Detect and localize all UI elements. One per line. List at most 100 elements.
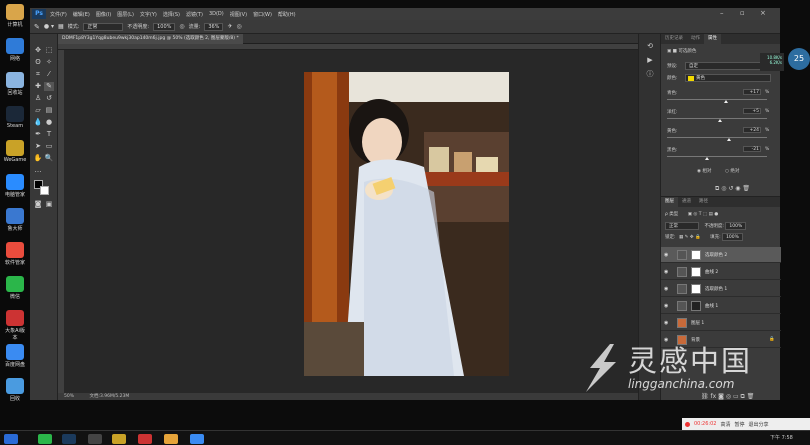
actions-panel-icon[interactable]: ▶ bbox=[645, 56, 655, 65]
filter-icons[interactable]: ▣ ◎ T ⬚ ▤ ● bbox=[688, 212, 719, 217]
desktop-icon[interactable]: 计算机 bbox=[3, 4, 27, 28]
taskbar-app-2-icon[interactable] bbox=[138, 434, 152, 444]
blend-mode-select[interactable]: 正常 bbox=[665, 222, 699, 230]
menu-item[interactable]: 图层(L) bbox=[117, 11, 134, 18]
slider-track[interactable] bbox=[667, 118, 767, 122]
layer-opacity-field[interactable]: 100% bbox=[725, 222, 747, 230]
slider-knob[interactable] bbox=[717, 119, 722, 122]
hand-tool-icon[interactable]: ✋ bbox=[33, 154, 43, 163]
zoom-level[interactable]: 50% bbox=[64, 394, 74, 399]
visibility-eye-icon[interactable]: ◉ bbox=[664, 320, 668, 326]
menu-item[interactable]: 窗口(W) bbox=[253, 11, 272, 18]
info-panel-icon[interactable]: ⓘ bbox=[645, 70, 655, 79]
menu-item[interactable]: 文件(F) bbox=[50, 11, 67, 18]
tab-history[interactable]: 历史记录 bbox=[661, 34, 687, 44]
layer-filter[interactable]: ρ 类型 ▣ ◎ T ⬚ ▤ ● bbox=[665, 211, 718, 217]
taskbar-app-3-icon[interactable] bbox=[164, 434, 178, 444]
marquee-tool-icon[interactable]: ⬚ bbox=[44, 46, 54, 55]
slider-value-field[interactable]: -21 bbox=[743, 146, 761, 152]
desktop-icon[interactable]: Steam bbox=[3, 106, 27, 129]
desktop-icon[interactable]: 鲁大师 bbox=[3, 208, 27, 232]
crop-tool-icon[interactable]: ⌗ bbox=[33, 70, 43, 79]
brush-tool-preset-icon[interactable]: ✎ bbox=[34, 23, 40, 31]
opacity-field[interactable]: 100% bbox=[153, 22, 176, 31]
taskbar-app-icon[interactable] bbox=[88, 434, 102, 444]
pen-tool-icon[interactable]: ✒ bbox=[33, 130, 43, 139]
menu-item[interactable]: 帮助(H) bbox=[278, 11, 296, 18]
flow-field[interactable]: 36% bbox=[204, 22, 224, 31]
visibility-eye-icon[interactable]: ◉ bbox=[664, 269, 668, 275]
slider-value-field[interactable]: +5 bbox=[743, 108, 761, 114]
lasso-tool-icon[interactable]: ʘ bbox=[33, 58, 43, 67]
airbrush-icon[interactable]: ✈ bbox=[227, 23, 232, 30]
layers-tab[interactable]: 路径 bbox=[695, 197, 712, 207]
layers-tab[interactable]: 图层 bbox=[661, 197, 678, 207]
layer-mask-thumbnail[interactable] bbox=[691, 267, 701, 277]
wechat-taskbar-icon[interactable] bbox=[38, 434, 52, 444]
folder-taskbar-icon[interactable] bbox=[112, 434, 126, 444]
menu-item[interactable]: 图像(I) bbox=[96, 11, 111, 18]
slider-value-field[interactable]: +17 bbox=[743, 89, 761, 95]
desktop-icon[interactable]: 软件管家 bbox=[3, 242, 27, 266]
lock-icons[interactable]: ▦ ✎ ✥ 🔒 bbox=[679, 235, 701, 240]
layer-row[interactable]: ◉ 选取颜色 1 bbox=[661, 281, 781, 297]
colors-select[interactable]: 黄色 bbox=[685, 74, 771, 82]
dodge-tool-icon[interactable]: ● bbox=[44, 118, 54, 127]
brush-tool-icon[interactable]: ✎ bbox=[44, 82, 54, 91]
layer-row[interactable]: ◉ 曲线 1 bbox=[661, 298, 781, 314]
tab-actions[interactable]: 动作 bbox=[687, 34, 704, 44]
maximize-icon[interactable]: ▫ bbox=[740, 9, 745, 17]
slider-track[interactable] bbox=[667, 137, 767, 141]
slider-knob[interactable] bbox=[723, 100, 728, 103]
type-tool-icon[interactable]: T bbox=[44, 130, 54, 139]
slider-value-field[interactable]: +24 bbox=[743, 127, 761, 133]
visibility-eye-icon[interactable]: ◉ bbox=[664, 286, 668, 292]
menu-item[interactable]: 选择(S) bbox=[163, 11, 180, 18]
slider-knob[interactable] bbox=[704, 157, 709, 160]
pressure-size-icon[interactable]: ◎ bbox=[236, 23, 241, 30]
layer-row[interactable]: ◉ 曲线 2 bbox=[661, 264, 781, 280]
desktop-icon[interactable]: 网络 bbox=[3, 38, 27, 62]
slider-track[interactable] bbox=[667, 156, 767, 160]
healing-brush-icon[interactable]: ✚ bbox=[33, 82, 43, 91]
tab-properties[interactable]: 属性 bbox=[704, 34, 721, 44]
minimize-icon[interactable]: – bbox=[720, 9, 724, 17]
path-select-icon[interactable]: ➤ bbox=[33, 142, 43, 151]
clone-stamp-icon[interactable]: ♙ bbox=[33, 94, 43, 103]
brush-panel-icon[interactable]: ▦ bbox=[58, 23, 64, 30]
pressure-opacity-icon[interactable]: ◎ bbox=[179, 23, 184, 30]
hd-button[interactable]: 高清 bbox=[720, 421, 730, 428]
properties-footer-icons[interactable]: ⧉ ◎ ↺ ◉ 🗑 bbox=[715, 185, 750, 193]
screen-mode-icon[interactable]: ▣ bbox=[44, 200, 54, 209]
history-brush-icon[interactable]: ↺ bbox=[44, 94, 54, 103]
exit-share-button[interactable]: 退出分享 bbox=[749, 421, 769, 428]
visibility-eye-icon[interactable]: ◉ bbox=[664, 303, 668, 309]
gradient-tool-icon[interactable]: ▤ bbox=[44, 106, 54, 115]
more-tools-icon[interactable]: … bbox=[33, 166, 43, 175]
desktop-icon[interactable]: 百度网盘 bbox=[3, 344, 27, 368]
menu-item[interactable]: 滤镜(T) bbox=[186, 11, 203, 18]
rectangle-tool-icon[interactable]: ▭ bbox=[44, 142, 54, 151]
layer-mask-thumbnail[interactable] bbox=[691, 301, 701, 311]
desktop-icon[interactable]: 回收站 bbox=[3, 72, 27, 96]
menu-item[interactable]: 3D(D) bbox=[209, 11, 224, 18]
slider-knob[interactable] bbox=[727, 138, 731, 141]
quick-mask-icon[interactable]: ◙ bbox=[33, 200, 43, 209]
pause-button[interactable]: 暂停 bbox=[734, 421, 744, 428]
eyedropper-icon[interactable]: ⁄ bbox=[44, 70, 54, 79]
menu-item[interactable]: 文字(Y) bbox=[140, 11, 157, 18]
blur-tool-icon[interactable]: 💧 bbox=[33, 118, 43, 127]
taskbar-app-4-icon[interactable] bbox=[190, 434, 204, 444]
brush-size-icon[interactable]: ● ▾ bbox=[44, 23, 54, 30]
layer-row[interactable]: ◉ 图层 1 bbox=[661, 315, 781, 331]
desktop-icon[interactable]: 微信 bbox=[3, 276, 27, 300]
document-tab[interactable]: DDMF1p8Y3g1Yqg8ubeu9wkj30ap140m6j.jpg @ … bbox=[58, 34, 243, 44]
zoom-tool-icon[interactable]: 🔍 bbox=[44, 154, 54, 163]
fill-field[interactable]: 100% bbox=[722, 233, 743, 241]
layer-mask-thumbnail[interactable] bbox=[691, 250, 701, 260]
canvas-area[interactable] bbox=[64, 50, 638, 393]
method-relative[interactable]: ◉ 相对 bbox=[697, 168, 711, 174]
start-icon[interactable] bbox=[4, 434, 18, 444]
close-icon[interactable]: × bbox=[760, 9, 766, 17]
magic-wand-icon[interactable]: ✧ bbox=[44, 58, 54, 67]
